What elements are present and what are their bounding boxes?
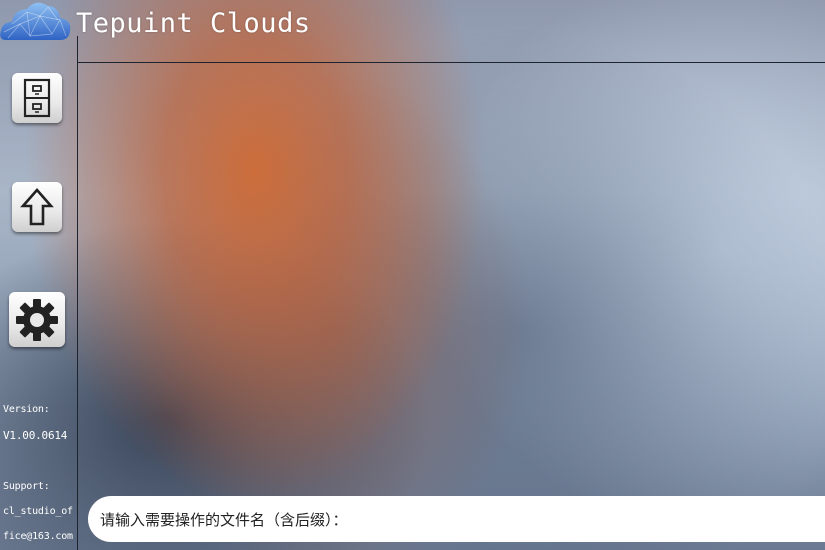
- gear-icon: [16, 298, 58, 341]
- version-value: V1.00.0614: [3, 429, 68, 442]
- header-divider: [77, 62, 825, 63]
- support-email-line2: fice@163.com: [3, 531, 73, 542]
- upload-button[interactable]: [12, 182, 62, 232]
- up-arrow-icon: [20, 188, 54, 226]
- files-button[interactable]: [12, 73, 62, 123]
- sidebar: Version: V1.00.0614 Support: cl_studio_o…: [0, 0, 77, 550]
- app-title: Tepuint Clouds: [76, 8, 311, 39]
- filename-input[interactable]: [98, 496, 825, 544]
- sidebar-divider: [77, 36, 78, 550]
- settings-button[interactable]: [9, 292, 65, 347]
- filename-input-bar: [88, 496, 825, 544]
- header: Tepuint Clouds: [0, 0, 825, 62]
- version-label: Version:: [3, 404, 50, 415]
- support-label: Support:: [3, 481, 50, 492]
- support-email-line1: cl_studio_of: [3, 506, 73, 517]
- file-cabinet-icon: [23, 78, 51, 118]
